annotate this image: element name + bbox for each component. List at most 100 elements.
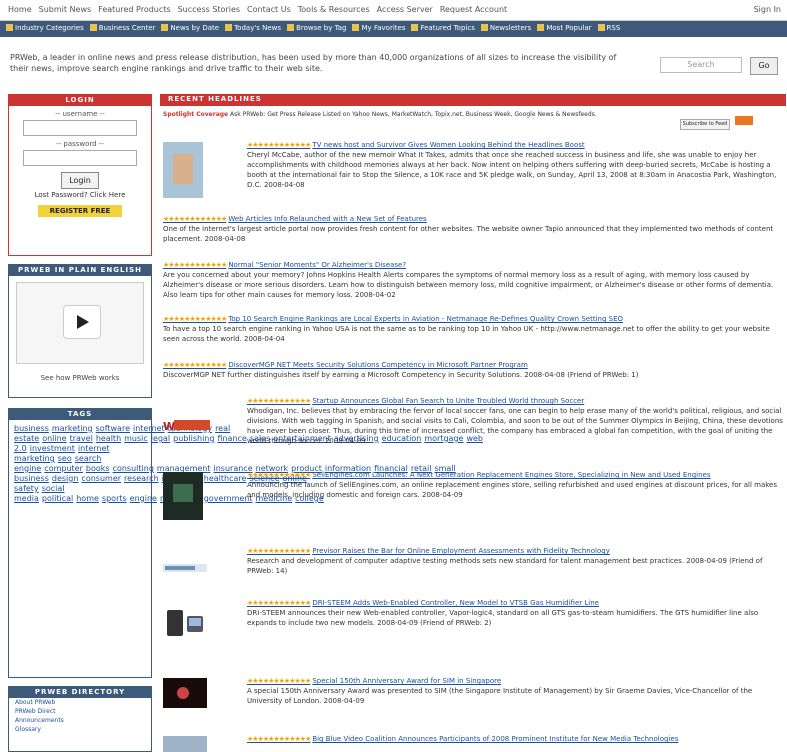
directory-link[interactable]: Announcements <box>9 716 151 725</box>
forgot-password-link[interactable]: Lost Password? Click Here <box>9 191 151 199</box>
news-title-link[interactable]: ★★★★★★★★★★★★ DiscoverMGP NET Meets Securi… <box>163 360 783 370</box>
news-summary: To have a top 10 search engine ranking i… <box>163 325 770 343</box>
search-go-button[interactable]: Go <box>750 57 778 75</box>
news-title-link[interactable]: ★★★★★★★★★★★★ Special 150th Anniversary Aw… <box>247 676 783 686</box>
tags-title: TAGS <box>9 409 151 420</box>
news-title-link[interactable]: ★★★★★★★★★★★★ DRI-STEEM Adds Web-Enabled C… <box>247 598 783 608</box>
top-nav-link[interactable]: Access Server <box>377 5 433 14</box>
top-nav-link[interactable]: Contact Us <box>247 5 291 14</box>
tag-link[interactable]: travel <box>70 434 93 443</box>
tag-link[interactable]: political <box>42 494 73 503</box>
tag-link[interactable]: home <box>76 494 99 503</box>
password-field[interactable] <box>23 150 137 166</box>
top-navigation: Home Submit News Featured Products Success … <box>0 0 787 21</box>
top-nav-link[interactable]: Success Stories <box>178 5 240 14</box>
directory-link[interactable]: PRWeb Direct <box>9 707 151 716</box>
top-nav-links: Home Submit News Featured Products Success … <box>8 5 514 14</box>
news-title-link[interactable]: ★★★★★★★★★★★★ Big Blue Video Coalition Ann… <box>247 734 783 744</box>
tag-link[interactable]: business <box>14 424 49 433</box>
recent-headlines-header: RECENT HEADLINES <box>160 94 786 106</box>
category-link[interactable]: My Favorites <box>352 24 405 32</box>
sign-in-link[interactable]: Sign In <box>754 5 781 14</box>
category-link[interactable]: Featured Topics <box>411 24 474 32</box>
category-link[interactable]: Industry Categories <box>6 24 84 32</box>
news-title-link[interactable]: ★★★★★★★★★★★★ Web Articles Info Relaunched… <box>163 214 783 224</box>
tag-link[interactable]: investment <box>30 444 75 453</box>
directory-title: PRWEB DIRECTORY <box>9 687 151 698</box>
book-cover-thumbnail[interactable] <box>163 142 203 198</box>
tag-link[interactable]: design <box>52 474 79 483</box>
news-summary: DiscoverMGP NET further distinguishes it… <box>163 371 639 379</box>
rating-stars-icon: ★★★★★★★★★★★★ <box>247 547 311 555</box>
directory-link[interactable]: About PRWeb <box>9 698 151 707</box>
username-label: -- username -- <box>55 110 105 118</box>
top-nav-link[interactable]: Home <box>8 5 32 14</box>
rating-stars-icon: ★★★★★★★★★★★★ <box>247 397 311 405</box>
tag-link[interactable]: music <box>124 434 148 443</box>
tag-link[interactable]: software <box>96 424 130 433</box>
news-summary: Cheryl McCabe, author of the new memoir … <box>247 151 777 189</box>
engine-product-thumbnail[interactable] <box>163 472 203 520</box>
news-title-link[interactable]: ★★★★★★★★★★★★ Previsor Raises the Bar for … <box>247 546 783 556</box>
category-link[interactable]: Most Popular <box>537 24 591 32</box>
news-title-link[interactable]: ★★★★★★★★★★★★ SellEngines.com Launches: A … <box>247 470 783 480</box>
tag-link[interactable]: seo <box>58 454 72 463</box>
tag-link[interactable]: computer <box>44 464 83 473</box>
login-button[interactable]: Login <box>61 172 99 189</box>
tag-link[interactable]: health <box>96 434 121 443</box>
svg-text:W: W <box>163 420 175 433</box>
top-nav-link[interactable]: Tools & Resources <box>298 5 370 14</box>
top-nav-link[interactable]: Submit News <box>39 5 92 14</box>
login-panel: LOGIN -- username -- -- password -- Logi… <box>8 94 152 256</box>
news-title-link[interactable]: ★★★★★★★★★★★★ Normal "Senior Moments" Or A… <box>163 260 783 270</box>
event-photo-thumbnail[interactable] <box>163 678 207 708</box>
company-logo-thumbnail[interactable] <box>163 560 207 576</box>
news-summary: Whodigan, Inc. believes that by embracin… <box>247 407 783 445</box>
tag-link[interactable]: research <box>124 474 159 483</box>
tag-cloud: businessmarketingsoftwareinternettechnol… <box>9 420 483 508</box>
category-link[interactable]: Business Center <box>90 24 156 32</box>
news-title-link[interactable]: ★★★★★★★★★★★★ TV news host and Survivor Gi… <box>247 140 783 150</box>
tag-link[interactable]: engine <box>130 494 157 503</box>
video-player[interactable] <box>16 282 144 364</box>
directory-link[interactable]: Glossary <box>9 725 151 734</box>
play-icon[interactable] <box>63 305 101 339</box>
news-item: ★★★★★★★★★★★★ Previsor Raises the Bar for … <box>163 546 783 576</box>
rating-stars-icon: ★★★★★★★★★★★★ <box>247 599 311 607</box>
media-thumbnail[interactable] <box>163 736 207 752</box>
news-summary: DRI-STEEM announces their new Web-enable… <box>247 609 759 627</box>
tag-link[interactable]: marketing <box>52 424 93 433</box>
category-link[interactable]: Newsletters <box>481 24 532 32</box>
category-link[interactable]: RSS <box>598 24 621 32</box>
tag-link[interactable]: books <box>86 464 110 473</box>
spotlight-label: Spotlight Coverage <box>163 111 229 118</box>
rss-icon[interactable] <box>735 116 754 125</box>
tag-link[interactable]: consulting <box>113 464 154 473</box>
top-nav-link[interactable]: Featured Products <box>98 5 170 14</box>
category-link[interactable]: Today's News <box>225 24 281 32</box>
category-link[interactable]: Browse by Tag <box>287 24 346 32</box>
tag-link[interactable]: internet <box>133 424 165 433</box>
tag-link[interactable]: sports <box>102 494 127 503</box>
tag-link[interactable]: online <box>42 434 66 443</box>
controller-product-thumbnail[interactable] <box>163 600 207 640</box>
spotlight-text[interactable]: Ask PRWeb: Get Press Release Listed on Y… <box>230 111 597 118</box>
news-item: ★★★★★★★★★★★★ DRI-STEEM Adds Web-Enabled C… <box>163 598 783 636</box>
rating-stars-icon: ★★★★★★★★★★★★ <box>247 735 311 743</box>
directory-panel: PRWEB DIRECTORY About PRWeb PRWeb Direct A… <box>8 686 152 752</box>
register-button[interactable]: REGISTER FREE <box>38 205 122 217</box>
news-title-link[interactable]: ★★★★★★★★★★★★ Startup Announces Global Fan… <box>247 396 783 406</box>
feed-tools: Subscribe to Feed <box>680 110 780 130</box>
password-label: -- password -- <box>56 140 104 148</box>
plain-english-title: PRWEB IN PLAIN ENGLISH <box>9 265 151 276</box>
company-logo-thumbnail[interactable]: W <box>163 414 211 438</box>
username-field[interactable] <box>23 120 137 136</box>
subscribe-feed-button[interactable]: Subscribe to Feed <box>680 119 730 130</box>
search-input[interactable]: Search <box>660 57 742 73</box>
category-link[interactable]: News by Date <box>161 24 219 32</box>
news-title-link[interactable]: ★★★★★★★★★★★★ Top 10 Search Engine Ranking… <box>163 314 783 324</box>
news-item: ★★★★★★★★★★★★ Big Blue Video Coalition Ann… <box>163 734 783 752</box>
video-caption[interactable]: See how PRWeb works <box>9 374 151 382</box>
top-nav-link[interactable]: Request Account <box>440 5 507 14</box>
tag-link[interactable]: consumer <box>81 474 121 483</box>
